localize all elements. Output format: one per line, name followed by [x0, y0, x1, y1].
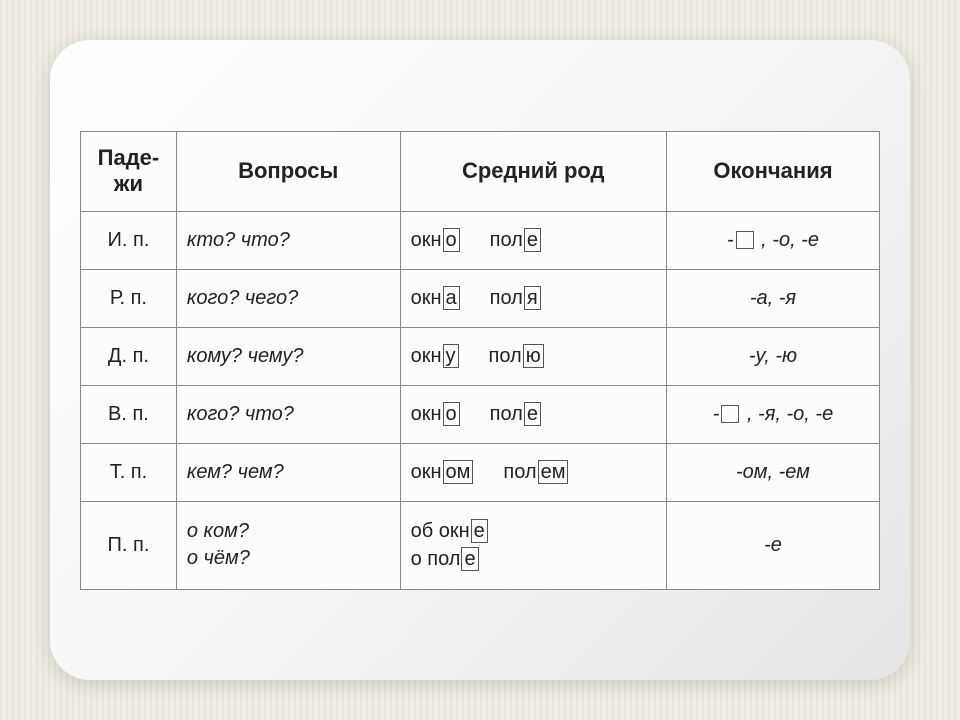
case-label: Д. п.: [81, 327, 177, 385]
word-ending-highlight: о: [443, 228, 460, 252]
word-stem: пол: [489, 345, 522, 367]
word-row: окном полем: [411, 460, 656, 484]
word-2: полю: [489, 344, 544, 368]
word-1: окну: [411, 344, 459, 368]
word-stem: окн: [411, 229, 442, 251]
case-label: И. п.: [81, 211, 177, 269]
word-ending-highlight: е: [461, 547, 478, 571]
endings-cell: - , -я, -о, -е: [666, 385, 879, 443]
word-stem: пол: [490, 229, 523, 251]
word-ending-highlight: е: [524, 402, 541, 426]
header-neuter-text: Средний род: [462, 158, 605, 183]
endings-cell: -а, -я: [666, 269, 879, 327]
table-row: Р. п. кого? чего? окна поля -а, -я: [81, 269, 880, 327]
table-row: П. п. о ком? о чём? об окне о поле -е: [81, 501, 880, 589]
empty-box-icon: [721, 405, 739, 423]
header-neuter: Средний род: [400, 131, 666, 211]
endings-cell: - , -о, -е: [666, 211, 879, 269]
word-row: окну полю: [411, 344, 656, 368]
neuter-cell: окном полем: [400, 443, 666, 501]
word-ending-highlight: я: [524, 286, 541, 310]
word-1: окно: [411, 402, 460, 426]
word-stem: окн: [411, 403, 442, 425]
question-cell: кому? чему?: [176, 327, 400, 385]
ending-pre: -: [727, 229, 734, 251]
word-1: окна: [411, 286, 460, 310]
word-2: поля: [490, 286, 541, 310]
table-row: И. п. кто? что? окно поле - , -о, -е: [81, 211, 880, 269]
case-label: В. п.: [81, 385, 177, 443]
word-stem: пол: [503, 461, 536, 483]
header-row: Паде- жи Вопросы Средний род Окончания: [81, 131, 880, 211]
question-line-1: о ком?: [187, 520, 390, 543]
word-ending-highlight: у: [443, 344, 459, 368]
case-label: П. п.: [81, 501, 177, 589]
neuter-cell: окна поля: [400, 269, 666, 327]
word-ending-highlight: а: [443, 286, 460, 310]
word-1: об окне: [411, 519, 656, 543]
endings-cell: -у, -ю: [666, 327, 879, 385]
document-card: Паде- жи Вопросы Средний род Окончания И…: [50, 40, 910, 680]
header-cases: Паде- жи: [81, 131, 177, 211]
question-cell: о ком? о чём?: [176, 501, 400, 589]
word-2: поле: [490, 228, 541, 252]
word-stem: окн: [411, 461, 442, 483]
header-endings: Окончания: [666, 131, 879, 211]
header-questions: Вопросы: [176, 131, 400, 211]
word-lines: об окне о поле: [411, 519, 656, 571]
word-2: полем: [503, 460, 568, 484]
cases-table: Паде- жи Вопросы Средний род Окончания И…: [80, 131, 880, 590]
word-2: о поле: [411, 547, 656, 571]
word-1: окно: [411, 228, 460, 252]
word-stem: окн: [411, 345, 442, 367]
question-line-2: о чём?: [187, 547, 390, 570]
question-cell: кто? что?: [176, 211, 400, 269]
question-lines: о ком? о чём?: [187, 520, 390, 570]
table-row: Т. п. кем? чем? окном полем -ом, -ем: [81, 443, 880, 501]
word-ending-highlight: е: [524, 228, 541, 252]
ending-pre: -: [713, 403, 720, 425]
endings-cell: -ом, -ем: [666, 443, 879, 501]
neuter-cell: окно поле: [400, 211, 666, 269]
word-stem: пол: [427, 548, 460, 570]
word-ending-highlight: о: [443, 402, 460, 426]
neuter-cell: об окне о поле: [400, 501, 666, 589]
word-row: окно поле: [411, 228, 656, 252]
header-questions-text: Вопросы: [238, 158, 338, 183]
word-ending-highlight: е: [471, 519, 488, 543]
word-preposition: об: [411, 520, 439, 542]
word-row: окно поле: [411, 402, 656, 426]
endings-cell: -е: [666, 501, 879, 589]
header-endings-text: Окончания: [713, 158, 832, 183]
header-cases-text: Паде- жи: [98, 145, 160, 196]
word-ending-highlight: ем: [538, 460, 569, 484]
word-ending-highlight: ом: [443, 460, 474, 484]
case-label: Р. п.: [81, 269, 177, 327]
table-row: Д. п. кому? чему? окну полю -у, -ю: [81, 327, 880, 385]
word-stem: окн: [439, 520, 470, 542]
word-1: окном: [411, 460, 474, 484]
neuter-cell: окно поле: [400, 385, 666, 443]
word-stem: пол: [490, 287, 523, 309]
ending-post: , -я, -о, -е: [741, 403, 833, 425]
word-ending-highlight: ю: [523, 344, 544, 368]
case-label: Т. п.: [81, 443, 177, 501]
word-2: поле: [490, 402, 541, 426]
word-stem: пол: [490, 403, 523, 425]
table-row: В. п. кого? что? окно поле - , -я, -о, -…: [81, 385, 880, 443]
word-row: окна поля: [411, 286, 656, 310]
ending-post: , -о, -е: [756, 229, 819, 251]
empty-box-icon: [736, 231, 754, 249]
question-cell: кого? чего?: [176, 269, 400, 327]
question-cell: кого? что?: [176, 385, 400, 443]
word-preposition: о: [411, 548, 428, 570]
neuter-cell: окну полю: [400, 327, 666, 385]
word-stem: окн: [411, 287, 442, 309]
question-cell: кем? чем?: [176, 443, 400, 501]
